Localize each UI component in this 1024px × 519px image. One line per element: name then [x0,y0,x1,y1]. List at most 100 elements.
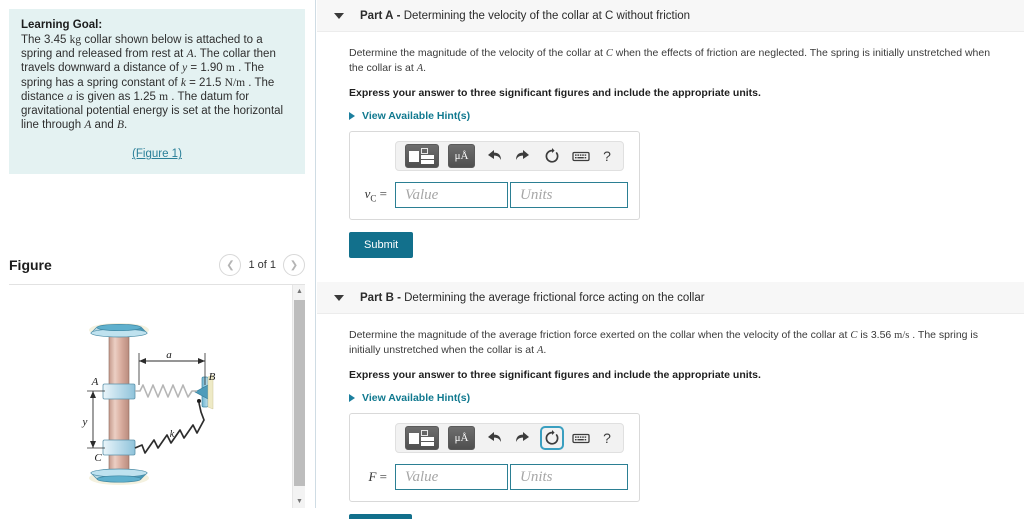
mastering-physics-problem-page: Learning Goal: The 3.45 kg collar shown … [0,0,1024,519]
part-a-answer-subscript: C [370,193,377,204]
part-a-answer-widget: μÅ ? vC = Value Units [349,131,640,220]
figure-link-wrap: (Figure 1) [21,144,293,162]
keyboard-icon[interactable] [571,146,591,166]
part-a-answer-equals: = [379,186,387,202]
part-a-hints-toggle[interactable]: View Available Hint(s) [349,110,998,122]
part-b-answer-symbol: F [368,469,377,484]
goal-point-a2: A [84,119,92,132]
figure-scrollbar[interactable]: ▲ ▼ [292,285,305,508]
caret-down-icon[interactable] [334,294,344,301]
goal-unit-m2: m [159,90,169,103]
part-b-header[interactable]: Part B - Determining the average frictio… [317,282,1024,314]
part-b-unit-ms: m/s [894,330,910,341]
goal-var-y: y [182,62,188,75]
learning-goal-panel: Learning Goal: The 3.45 kg collar shown … [9,9,305,175]
part-b-question-3: . [543,344,547,356]
learning-goal-title: Learning Goal: [21,19,103,31]
part-b-name: Part B [360,291,394,304]
part-a-question-1: Determine the magnitude of the velocity … [349,47,603,59]
right-column: Part A - Determining the velocity of the… [317,0,1024,519]
undo-arrow-icon[interactable] [484,428,504,448]
chevron-right-icon[interactable]: ❯ [283,254,305,276]
learning-goal-text: The 3.45 kg collar shown below is attach… [21,33,293,132]
part-b-answer-label: F = [361,469,395,485]
figure-viewport: a y A B C k ▲ ▼ [9,284,305,508]
part-a-toolbar: μÅ ? [395,141,624,171]
caret-right-icon [349,112,355,120]
reset-circular-arrow-icon[interactable] [542,146,562,166]
goal-unit-k: N/m [224,76,246,89]
part-b-submit-button[interactable] [349,514,412,519]
figure-label-a: A [91,376,99,388]
part-b-title: Part B - Determining the average frictio… [360,292,705,304]
goal-eq-a: is given as 1.25 [76,90,156,103]
question-mark-icon[interactable]: ? [600,430,614,446]
part-a-units-input[interactable] [510,182,628,208]
goal-var-a: a [67,90,73,103]
part-a-body: Determine the magnitude of the velocity … [317,32,1024,258]
micro-angstrom-units-icon[interactable]: μÅ [448,426,475,450]
goal-point-b: B [116,119,124,132]
goal-unit-m1: m [225,62,235,75]
collar-spring-diagram: a y A B C k [82,323,216,485]
goal-var-k: k [180,76,186,89]
part-b-question-1: Determine the magnitude of the average f… [349,329,848,341]
part-a-instruction: Express your answer to three significant… [349,87,761,99]
figure-label-y: y [82,416,88,428]
part-b-question: Determine the magnitude of the average f… [349,328,998,358]
figure-header: Figure ❮ 1 of 1 ❯ [9,254,305,284]
part-b-value-input[interactable] [395,464,508,490]
part-a-var-c: C [605,48,613,59]
redo-arrow-icon[interactable] [513,428,533,448]
part-a-separator: - [396,9,401,22]
part-b-var-c: C [850,330,858,341]
goal-text-1: The 3.45 [21,34,67,46]
part-a-hints-label: View Available Hint(s) [362,110,471,122]
caret-down-icon[interactable] [334,12,344,19]
goal-eq-y: = 1.90 [190,62,223,75]
part-b-answer-row: F = [361,464,628,490]
part-b-answer-equals: = [379,469,387,484]
figure-1-link[interactable]: (Figure 1) [132,148,182,160]
part-a-question: Determine the magnitude of the velocity … [349,46,998,76]
part-a-answer-label: vC = [361,186,395,204]
undo-arrow-icon[interactable] [484,146,504,166]
goal-and: and [94,119,114,132]
figure-label-k: k [170,429,175,440]
reset-circular-arrow-icon[interactable] [540,426,564,450]
part-b-toolbar: μÅ ? [395,423,624,453]
part-b-question-mid: is 3.56 [860,329,892,341]
keyboard-icon[interactable] [571,428,591,448]
part-a-submit-button[interactable]: Submit [349,232,414,258]
part-a-answer-row: vC = [361,182,628,208]
goal-unit-kg: kg [69,34,82,46]
figure-panel-title: Figure [9,257,52,273]
figure-label-b: B [209,371,216,383]
part-b-units-input[interactable] [510,464,628,490]
figure-label-a-dist: a [166,349,172,361]
goal-period: . [123,119,128,132]
scrollbar-thumb[interactable] [294,300,305,486]
part-a-header[interactable]: Part A - Determining the velocity of the… [317,0,1024,32]
math-template-icon[interactable] [405,426,439,450]
part-a-value-input[interactable] [395,182,508,208]
part-b-instruction: Express your answer to three significant… [349,369,761,381]
math-template-icon[interactable] [405,144,439,168]
chevron-left-icon[interactable]: ❮ [219,254,242,276]
micro-angstrom-units-icon[interactable]: μÅ [448,144,475,168]
figure-page-count: 1 of 1 [248,259,276,271]
part-a-question-3: . [423,62,427,74]
part-b-hints-toggle[interactable]: View Available Hint(s) [349,392,998,404]
part-a-subtitle: Determining the velocity of the collar a… [403,9,691,22]
scroll-down-icon[interactable]: ▼ [293,495,305,508]
question-mark-icon[interactable]: ? [600,148,614,164]
redo-arrow-icon[interactable] [513,146,533,166]
part-a-name: Part A [360,9,394,22]
part-b-separator: - [397,291,401,304]
part-b-body: Determine the magnitude of the average f… [317,314,1024,519]
part-a-title: Part A - Determining the velocity of the… [360,10,690,22]
scroll-up-icon[interactable]: ▲ [293,285,305,298]
part-b-answer-widget: μÅ ? F = Value Units [349,413,640,502]
goal-eq-k: = 21.5 [189,76,222,89]
figure-label-c: C [94,452,102,464]
